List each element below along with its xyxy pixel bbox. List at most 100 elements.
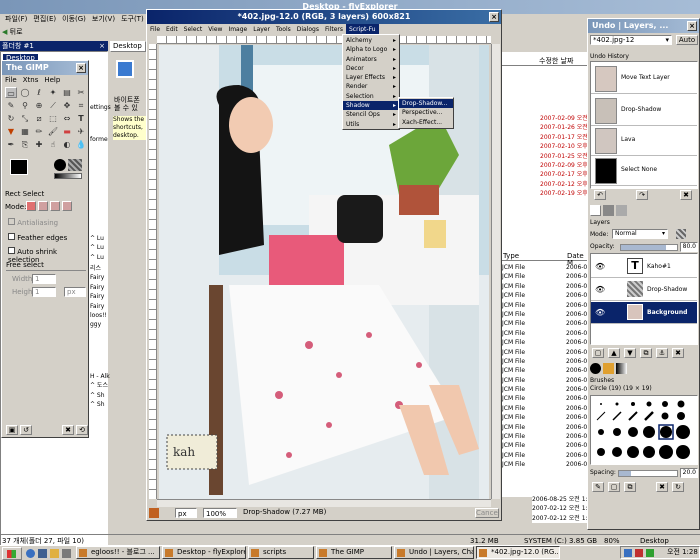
scale-tool-icon[interactable]: ⤡ xyxy=(19,113,31,124)
menu-item-xach-effect[interactable]: Xach-Effect... xyxy=(399,118,453,127)
shear-tool-icon[interactable]: ⧄ xyxy=(33,113,45,124)
reset-icon[interactable]: ⟲ xyxy=(76,425,88,435)
menu-item-layer-effects[interactable]: Layer Effects ▸ xyxy=(343,73,399,82)
explorer-tab[interactable]: Desktop xyxy=(110,41,146,52)
clone-tool-icon[interactable]: ⎘ xyxy=(19,139,31,150)
delete-brush-icon[interactable]: ✖ xyxy=(656,482,668,492)
taskbar-item-undo-layers[interactable]: Undo | Layers, Cha... xyxy=(394,546,474,559)
layer-row[interactable]: 👁 Background xyxy=(591,302,697,324)
fuzzy-select-tool-icon[interactable]: ✦ xyxy=(47,87,59,98)
pencil-tool-icon[interactable]: ✏ xyxy=(33,126,45,137)
save-icon[interactable]: ▣ xyxy=(6,425,18,435)
desktop-icon[interactable] xyxy=(38,549,47,558)
date-column-header[interactable]: 수정한 날짜 xyxy=(500,56,588,66)
delete-icon[interactable]: ✖ xyxy=(62,425,74,435)
free-select-field[interactable]: Free select xyxy=(6,261,86,271)
brush-preview-icon[interactable] xyxy=(54,159,66,171)
mode-replace-button[interactable] xyxy=(26,201,36,211)
menu-item-selection[interactable]: Selection ▸ xyxy=(343,92,399,101)
type-column-header[interactable]: Type Date M xyxy=(500,252,588,267)
menu-item-shadow[interactable]: Shadow ▸ xyxy=(343,101,399,111)
folder-icon[interactable] xyxy=(50,549,59,558)
airbrush-tool-icon[interactable]: ✈ xyxy=(75,126,87,137)
duplicate-layer-icon[interactable]: ⧉ xyxy=(640,348,652,358)
undo-icon[interactable]: ↶ xyxy=(594,190,606,200)
raise-layer-icon[interactable]: ▲ xyxy=(608,348,620,358)
undo-item[interactable]: Move Text Layer xyxy=(591,64,697,94)
dodge-tool-icon[interactable]: ◐ xyxy=(61,139,73,150)
image-select[interactable]: *402.jpg-12 ▾ xyxy=(590,35,672,45)
new-layer-icon[interactable]: ▢ xyxy=(592,348,604,358)
menu-tools[interactable]: 도구(T) xyxy=(118,14,147,25)
menu-layer[interactable]: Layer xyxy=(250,24,273,35)
close-icon[interactable]: × xyxy=(489,12,499,22)
menu-item-utils[interactable]: Utils ▸ xyxy=(343,120,399,129)
gradients-tab-icon[interactable] xyxy=(616,363,627,374)
pattern-preview-icon[interactable] xyxy=(68,159,82,171)
menu-tools[interactable]: Tools xyxy=(273,24,294,35)
heal-tool-icon[interactable]: ✚ xyxy=(33,139,45,150)
menu-help[interactable]: Help xyxy=(41,75,63,86)
color-select-tool-icon[interactable]: ▤ xyxy=(61,87,73,98)
channels-tab-icon[interactable] xyxy=(603,205,614,216)
width-input[interactable]: 1 xyxy=(32,274,56,284)
horizontal-scrollbar[interactable] xyxy=(157,499,491,507)
opacity-slider[interactable] xyxy=(620,244,678,251)
close-icon[interactable]: × xyxy=(76,63,86,73)
brushes-tab-icon[interactable] xyxy=(590,363,601,374)
zoom-tool-icon[interactable]: ⊕ xyxy=(33,100,45,111)
paths-tab-icon[interactable] xyxy=(616,205,627,216)
mode-subtract-button[interactable] xyxy=(50,201,60,211)
move-tool-icon[interactable]: ✥ xyxy=(61,100,73,111)
auto-button[interactable]: Auto xyxy=(676,35,698,45)
menu-dialogs[interactable]: Dialogs xyxy=(294,24,322,35)
taskbar-item-egloos[interactable]: egloos!! - 블로그 ... xyxy=(76,546,160,559)
ellipse-select-tool-icon[interactable]: ◯ xyxy=(19,87,31,98)
menu-item-perspective[interactable]: Perspective... xyxy=(399,108,453,117)
menu-file[interactable]: File xyxy=(2,75,20,86)
zoom-select[interactable]: 100% xyxy=(203,508,237,518)
lower-layer-icon[interactable]: ▼ xyxy=(624,348,636,358)
tray-icon-3[interactable] xyxy=(646,549,654,557)
height-input[interactable]: 1 xyxy=(32,287,56,297)
menu-item-stencil-ops[interactable]: Stencil Ops ▸ xyxy=(343,110,399,119)
menu-xtns[interactable]: Xtns xyxy=(20,75,42,86)
menu-view[interactable]: 보기(V) xyxy=(89,14,118,25)
spacing-slider[interactable] xyxy=(618,470,678,477)
menu-item-render[interactable]: Render ▸ xyxy=(343,82,399,91)
close-icon[interactable]: × xyxy=(99,41,105,51)
rect-select-tool-icon[interactable]: ▭ xyxy=(5,87,17,98)
menu-item-alchemy[interactable]: Alchemy ▸ xyxy=(343,36,399,45)
back-button[interactable]: ◀ 뒤로 xyxy=(2,26,38,38)
measure-tool-icon[interactable]: ⟋ xyxy=(47,100,59,111)
menu-edit[interactable]: Edit xyxy=(163,24,181,35)
menu-go[interactable]: 이동(G) xyxy=(59,14,89,25)
mode-intersect-button[interactable] xyxy=(62,201,72,211)
new-brush-icon[interactable]: ▢ xyxy=(608,482,620,492)
antialiasing-checkbox[interactable]: Antialiasing xyxy=(8,218,58,227)
menu-select[interactable]: Select xyxy=(181,24,206,35)
unit-select[interactable]: px xyxy=(175,508,197,518)
duplicate-brush-icon[interactable]: ⧉ xyxy=(624,482,636,492)
eraser-tool-icon[interactable]: ▬ xyxy=(61,126,73,137)
layers-tab-icon[interactable] xyxy=(590,205,601,216)
perspective-tool-icon[interactable]: ⬚ xyxy=(47,113,59,124)
taskbar-item-scripts[interactable]: scripts xyxy=(248,546,314,559)
taskbar-item-explorer[interactable]: Desktop - flyExplorer xyxy=(162,546,246,559)
opacity-input[interactable]: 80.0 xyxy=(680,242,698,252)
menu-item-animators[interactable]: Animators ▸ xyxy=(343,55,399,64)
flip-tool-icon[interactable]: ⇔ xyxy=(61,113,73,124)
mode-add-button[interactable] xyxy=(38,201,48,211)
menu-item-alpha-to-logo[interactable]: Alpha to Logo ▸ xyxy=(343,45,399,54)
crop-tool-icon[interactable]: ⌗ xyxy=(75,100,87,111)
text-tool-icon[interactable]: T xyxy=(75,113,87,124)
refresh-brush-icon[interactable]: ↻ xyxy=(672,482,684,492)
tray-icon-2[interactable] xyxy=(635,549,643,557)
app-icon[interactable] xyxy=(62,549,71,558)
taskbar-item-gimp[interactable]: The GIMP xyxy=(316,546,392,559)
nav-icon[interactable] xyxy=(149,508,159,518)
rotate-tool-icon[interactable]: ↻ xyxy=(5,113,17,124)
convolve-tool-icon[interactable]: 💧 xyxy=(75,139,87,150)
menu-item-drop-shadow[interactable]: Drop-Shadow... xyxy=(399,99,453,109)
menu-image[interactable]: Image xyxy=(225,24,250,35)
